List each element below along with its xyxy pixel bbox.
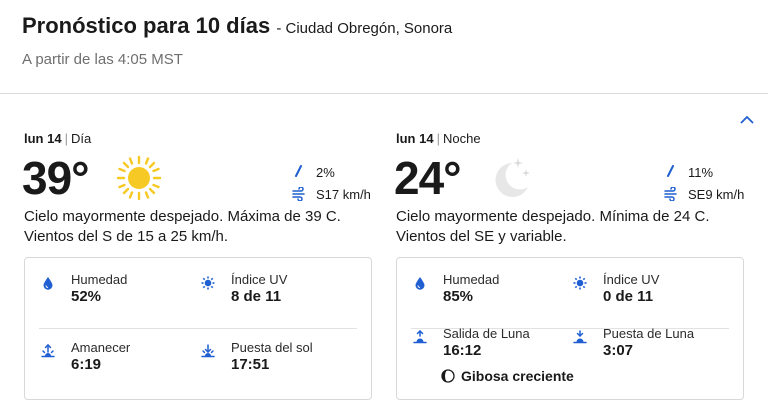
forecast-header: Pronóstico para 10 días - Ciudad Obregón…	[22, 13, 452, 39]
precip-stat: 11%	[664, 161, 744, 183]
uv-label: Índice UV	[603, 272, 660, 287]
card-divider	[39, 328, 357, 329]
sunset-icon	[201, 344, 215, 358]
humidity-label: Humedad	[443, 272, 500, 287]
temperature: 39°	[22, 152, 90, 204]
moonset-icon	[573, 330, 587, 344]
period-heading: lun 14 | Noche	[396, 131, 481, 146]
title-text: Pronóstico para 10 días	[22, 13, 271, 38]
humidity-icon	[415, 277, 425, 290]
details-card: Humedad 52% Índice UV 8 de 11 Amanecer 6…	[24, 257, 372, 400]
location-name: - Ciudad Obregón, Sonora	[276, 20, 453, 37]
quick-stats: 11% SE9 km/h	[664, 161, 744, 205]
raindrop-icon	[667, 165, 674, 177]
moon-stars-icon	[495, 158, 530, 197]
updated-time: A partir de las 4:05 MST	[22, 51, 183, 68]
sunrise-value: 6:19	[71, 356, 102, 373]
sunrise-label: Amanecer	[71, 340, 131, 355]
wind-icon	[664, 187, 677, 201]
period-heading: lun 14 | Día	[24, 131, 92, 146]
uv-label: Índice UV	[231, 272, 288, 287]
moon-phase-label: Gibosa creciente	[461, 368, 574, 384]
moon-phase-icon	[441, 369, 455, 383]
moonset-label: Puesta de Luna	[603, 326, 695, 341]
sunrise-icon	[41, 344, 55, 358]
chevron-up-icon[interactable]	[737, 112, 757, 128]
sunset-value: 17:51	[231, 356, 270, 373]
humidity-value: 52%	[71, 288, 102, 305]
moonrise-value: 16:12	[443, 342, 482, 359]
page-title: Pronóstico para 10 días - Ciudad Obregón…	[22, 13, 452, 38]
precip-stat: 2%	[292, 161, 371, 183]
night-panel: lun 14 | Noche 24° 11% SE9 km/h Cielo mayo…	[394, 131, 748, 400]
period-date: lun 14	[396, 131, 434, 146]
uv-value: 0 de 11	[603, 288, 654, 305]
sunset-label: Puesta del sol	[231, 340, 313, 355]
period-name: Día	[70, 131, 92, 146]
uv-value: 8 de 11	[231, 288, 282, 305]
moonset-value: 3:07	[603, 342, 634, 359]
moonrise-label: Salida de Luna	[443, 326, 530, 341]
wind-stat: SE9 km/h	[664, 183, 744, 205]
humidity-value: 85%	[443, 288, 474, 305]
uv-icon	[201, 276, 215, 290]
humidity-label: Humedad	[71, 272, 128, 287]
temperature: 24°	[394, 152, 462, 204]
raindrop-icon	[295, 165, 302, 177]
wind-stat: S17 km/h	[292, 183, 371, 205]
humidity-icon	[43, 277, 53, 290]
period-name: Noche	[442, 131, 481, 146]
day-panel: lun 14 | Día 39° 2% S17 km/h Cielo mayorme…	[22, 131, 376, 400]
wind-icon	[292, 187, 305, 201]
uv-icon	[573, 276, 587, 290]
moon-phase: Gibosa creciente	[441, 368, 574, 384]
precip-value: 2%	[316, 164, 335, 180]
period-date: lun 14	[24, 131, 62, 146]
forecast-description: Cielo mayormente despejado. Mínima de 24…	[396, 208, 710, 245]
divider	[0, 93, 768, 94]
sun-icon	[116, 155, 162, 201]
details-card: Humedad 85% Índice UV 0 de 11 Salida de …	[396, 257, 744, 400]
wind-value: S17 km/h	[316, 186, 371, 202]
moonrise-icon	[413, 330, 427, 344]
forecast-description: Cielo mayormente despejado. Máxima de 39…	[24, 208, 341, 245]
precip-value: 11%	[688, 164, 714, 180]
wind-value: SE9 km/h	[688, 186, 745, 202]
quick-stats: 2% S17 km/h	[292, 161, 371, 205]
